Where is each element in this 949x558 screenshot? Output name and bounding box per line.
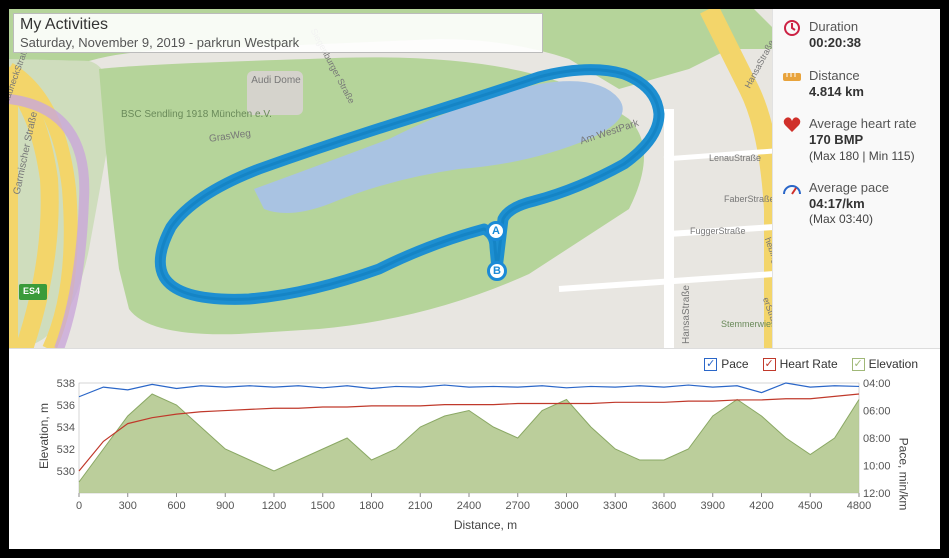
svg-text:3300: 3300 (603, 500, 627, 512)
svg-text:1200: 1200 (262, 500, 286, 512)
stat-pace: Average pace 04:17/km (Max 03:40) (783, 180, 932, 228)
map-label-lenau: LenauStraße (709, 153, 761, 163)
map-panel[interactable]: My Activities Saturday, November 9, 2019… (9, 9, 772, 348)
svg-text:2100: 2100 (408, 500, 432, 512)
svg-text:06:00: 06:00 (863, 406, 891, 418)
y-axis-left-label: Elevation, m (37, 403, 51, 469)
chart-panel: ✓Pace ✓Heart Rate ✓Elevation Elevation, … (9, 349, 940, 549)
ruler-icon (783, 68, 801, 86)
svg-text:04:00: 04:00 (863, 378, 891, 390)
map-label-audi: Audi Dome (251, 75, 301, 86)
svg-text:10:00: 10:00 (863, 461, 891, 473)
waypoint-b[interactable]: B (487, 261, 507, 281)
svg-text:530: 530 (57, 466, 75, 478)
stat-heart-rate: Average heart rate 170 BMP (Max 180 | Mi… (783, 116, 932, 164)
gauge-icon (783, 180, 801, 198)
svg-text:3900: 3900 (701, 500, 725, 512)
x-axis-label: Distance, m (49, 518, 922, 532)
y-axis-right-label: Pace, min/km (897, 438, 911, 511)
svg-text:1500: 1500 (311, 500, 335, 512)
heart-icon (783, 116, 801, 134)
legend-pace[interactable]: ✓Pace (704, 357, 748, 371)
svg-text:538: 538 (57, 378, 75, 390)
map-label-fugger: FuggerStraße (690, 226, 746, 236)
svg-text:534: 534 (57, 422, 75, 434)
svg-text:4500: 4500 (798, 500, 822, 512)
legend-hr[interactable]: ✓Heart Rate (763, 357, 838, 371)
map-label-faber: FaberStraße (724, 194, 772, 204)
activity-title-box[interactable]: My Activities Saturday, November 9, 2019… (13, 13, 543, 53)
svg-text:900: 900 (216, 500, 234, 512)
svg-text:0: 0 (76, 500, 82, 512)
svg-text:300: 300 (119, 500, 137, 512)
svg-text:12:00: 12:00 (863, 488, 891, 500)
top-section: My Activities Saturday, November 9, 2019… (9, 9, 940, 349)
svg-text:3600: 3600 (652, 500, 676, 512)
svg-text:08:00: 08:00 (863, 433, 891, 445)
legend-elev[interactable]: ✓Elevation (852, 357, 918, 371)
svg-text:3000: 3000 (554, 500, 578, 512)
map-svg (9, 9, 772, 348)
svg-text:536: 536 (57, 400, 75, 412)
stats-panel: Duration 00:20:38 Distance 4.814 km Av (772, 9, 940, 348)
map-label-hansa2: HansaStraße (681, 285, 692, 344)
svg-text:1800: 1800 (359, 500, 383, 512)
map-label-stemmer: Stemmerwiese (721, 319, 772, 329)
page-title: My Activities (20, 16, 536, 34)
stat-distance: Distance 4.814 km (783, 68, 932, 101)
svg-text:532: 532 (57, 444, 75, 456)
activity-card: My Activities Saturday, November 9, 2019… (9, 9, 940, 549)
svg-text:600: 600 (167, 500, 185, 512)
svg-text:2700: 2700 (506, 500, 530, 512)
waypoint-a[interactable]: A (486, 221, 506, 241)
chart-legend: ✓Pace ✓Heart Rate ✓Elevation (704, 357, 918, 371)
svg-text:4800: 4800 (847, 500, 871, 512)
stat-duration: Duration 00:20:38 (783, 19, 932, 52)
map-label-bsc: BSC Sendling 1918 München e.V. (121, 109, 241, 120)
svg-text:2400: 2400 (457, 500, 481, 512)
map-label-es4: ES4 (23, 286, 40, 296)
clock-icon (783, 19, 801, 37)
svg-text:4200: 4200 (749, 500, 773, 512)
chart-svg[interactable]: 530 532 534 536 538 04:00 06:00 08:00 10:00 12:00… (49, 363, 901, 515)
activity-subtitle: Saturday, November 9, 2019 - parkrun Wes… (20, 35, 536, 50)
